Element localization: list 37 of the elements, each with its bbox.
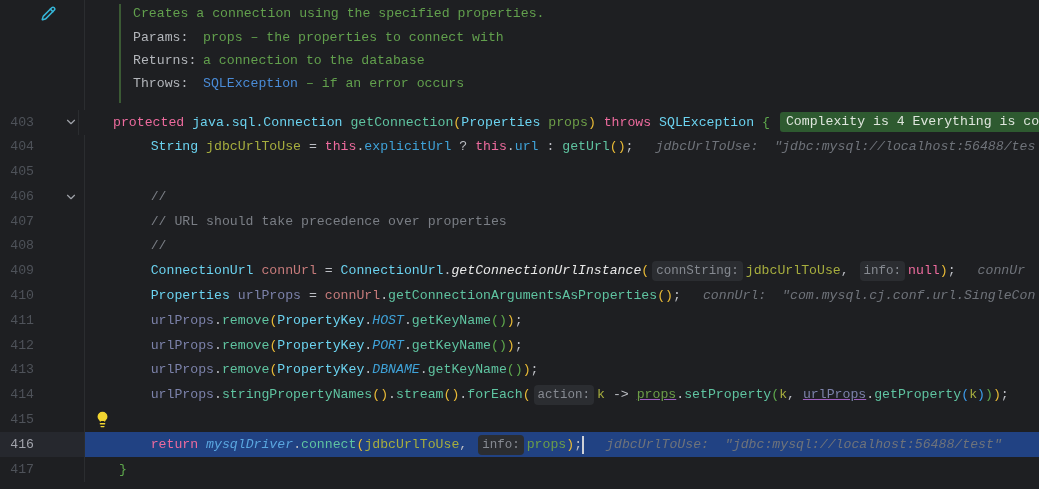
complexity-badge: Complexity is 4 Everything is co (779, 112, 1039, 133)
line-number: 416 (9, 435, 34, 454)
code-text: Properties urlProps = connUrl.getConnectionArgumentsAsProperties(); (149, 287, 681, 306)
code-text: } (119, 460, 127, 479)
code-text: // (149, 237, 167, 256)
code-text: null); (908, 262, 956, 281)
code-text: jdbcUrlToUse, (745, 262, 850, 281)
value-hint: jdbcUrlToUse: "jdbc:mysql://localhost:56488/tes (655, 138, 1036, 157)
value-hint: connUrl: "com.mysql.cj.conf.url.SingleCon (702, 287, 1036, 306)
code-text: urlProps.stringPropertyNames().stream().forEach( (149, 386, 531, 405)
edit-pencil-icon[interactable] (41, 6, 56, 21)
code-text: urlProps.remove(PropertyKey.DBNAME.getKeyName()); (149, 361, 539, 380)
inlay-hint: info: (478, 434, 524, 455)
code-text: urlProps.remove(PropertyKey.PORT.getKeyName()); (149, 336, 523, 355)
code-text: // URL should take precedence over properties (149, 212, 507, 231)
text-caret (582, 435, 585, 454)
doc-summary: Creates a connection using the specified properties. (133, 5, 545, 23)
code-text: String jdbcUrlToUse = this.explicitUrl ? this.url : getUrl(); (149, 138, 634, 157)
doc-link[interactable]: SQLException (203, 76, 298, 91)
doc-tag-label: Throws: (133, 75, 190, 93)
doc-tag-label: Returns: (133, 52, 198, 70)
code-text: ConnectionUrl connUrl = ConnectionUrl.getConnectionUrlInstance( (149, 262, 650, 281)
doc-tag-label: Params: (133, 29, 190, 47)
code-text: protected java.sql.Connection getConnection(Properties props) throws SQLException { (113, 113, 770, 132)
code-text: urlProps.remove(PropertyKey.HOST.getKeyName()); (149, 311, 523, 330)
code-text: return mysqlDriver.connect(jdbcUrlToUse, (149, 435, 469, 454)
code-text: k -> props.setProperty(k, urlProps.getProperty(k))); (597, 386, 1009, 405)
value-hint: jdbcUrlToUse: "jdbc:mysql://localhost:56488/test" (606, 435, 1002, 454)
code-text: // (149, 187, 167, 206)
inlay-hint: info: (859, 261, 906, 282)
inlay-hint: connString: (652, 261, 743, 282)
inlay-hint: action: (533, 385, 595, 406)
doc-tag-text: props – the properties to connect with (203, 29, 504, 47)
code-text: props); (526, 435, 583, 454)
doc-tag-text: a connection to the database (203, 52, 425, 70)
value-hint: connUr (977, 262, 1026, 281)
doc-tag-text: SQLException – if an error occurs (203, 75, 465, 93)
